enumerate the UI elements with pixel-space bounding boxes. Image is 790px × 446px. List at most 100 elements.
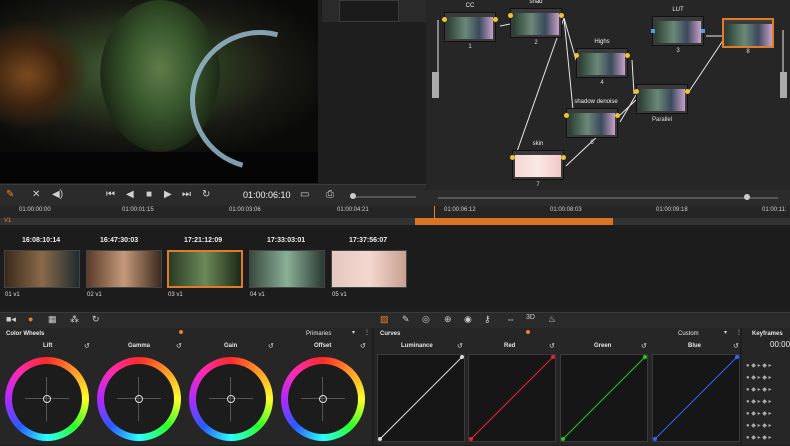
viewer-mode-icon[interactable]: ▭ (300, 189, 309, 200)
luminance-curve[interactable] (377, 354, 465, 442)
palette-toolbar (0, 312, 790, 328)
curves-tab-icon[interactable]: ▨ (380, 314, 389, 325)
zoom-slider[interactable] (350, 196, 416, 198)
keyframe-row[interactable]: ● ◆ ▸ ◆ ▸ (746, 374, 786, 382)
reset-icon[interactable]: ↺ (457, 342, 463, 350)
clip-thumbnail-02[interactable] (86, 250, 162, 288)
node-output-dot[interactable] (493, 17, 498, 22)
keyframe-row[interactable]: ● ◆ ▸ ◆ ▸ (746, 434, 786, 442)
clip-number: 01 (5, 292, 12, 298)
sizing-icon[interactable]: ⇔ (506, 314, 515, 324)
node-3[interactable]: LUT 3 (651, 7, 705, 54)
node-input-dot[interactable] (510, 155, 515, 160)
eyedropper-icon[interactable]: ✎ (402, 314, 410, 325)
reset-icon[interactable]: ↺ (176, 342, 182, 350)
volume-icon[interactable]: ◀) (52, 189, 63, 200)
reset-icon[interactable]: ↺ (360, 342, 366, 350)
clip-number: 03 (168, 292, 175, 298)
tracker-icon[interactable]: ⊕ (444, 314, 452, 325)
node-output-dot[interactable] (561, 155, 566, 160)
blue-curve[interactable] (652, 354, 740, 442)
viewer-timecode: 01:00:06:10 (243, 190, 291, 200)
tool-icon[interactable]: ✎ (6, 189, 14, 200)
chevron-down-icon[interactable]: ▾ (352, 329, 355, 336)
keyframe-row[interactable]: ● ◆ ▸ ◆ ▸ (746, 386, 786, 394)
reset-icon[interactable]: ↺ (549, 342, 555, 350)
keyframe-row[interactable]: ● ◆ ▸ ◆ ▸ (746, 398, 786, 406)
node-input-dot[interactable] (442, 17, 447, 22)
reset-icon[interactable]: ↺ (733, 342, 739, 350)
node-input-dot[interactable] (651, 29, 655, 33)
reset-icon[interactable]: ↺ (641, 342, 647, 350)
reset-icon[interactable]: ↺ (268, 342, 274, 350)
offset-wheel[interactable] (281, 357, 365, 441)
node-8[interactable]: 8 (722, 18, 774, 55)
node-input-dot[interactable] (564, 113, 569, 118)
reset-icon[interactable]: ↺ (84, 342, 90, 350)
viewer-panel[interactable] (0, 0, 318, 183)
node-output-dot[interactable] (685, 89, 690, 94)
timeline-ruler[interactable]: 01:00:00:00 01:00:01:15 01:00:03:06 01:0… (0, 206, 790, 218)
node-7[interactable]: skin 7 (510, 141, 566, 188)
loop-button[interactable]: ↻ (202, 189, 210, 200)
playhead[interactable] (434, 206, 435, 220)
stereo-icon[interactable]: ♨ (548, 314, 556, 325)
step-back-button[interactable]: ◀ (126, 189, 134, 200)
graph-zoom-thumb[interactable] (744, 194, 750, 200)
node-input-dot[interactable] (574, 53, 579, 58)
node-output-dot[interactable] (701, 29, 705, 33)
motion-icon[interactable]: ↻ (92, 314, 100, 325)
clip-thumbnail-05[interactable] (331, 250, 407, 288)
chevron-down-icon[interactable]: ▾ (724, 329, 727, 336)
graph-input-handle[interactable] (432, 72, 439, 98)
clip-thumbnail-01[interactable] (4, 250, 80, 288)
node-2[interactable]: shad 2 (508, 0, 564, 46)
key-icon[interactable]: ⚷ (484, 314, 491, 325)
node-thumbnail (447, 17, 493, 39)
shuffle-icon[interactable]: ✕ (32, 189, 40, 200)
graph-output-handle[interactable] (780, 72, 787, 98)
3d-button[interactable]: 3D (526, 314, 535, 321)
current-clip-range[interactable] (415, 218, 613, 225)
gamma-wheel[interactable] (97, 357, 181, 441)
wheels-mode-select[interactable]: Primaries (306, 331, 331, 337)
clip-track: v1 (13, 292, 20, 298)
window-icon[interactable]: ◎ (422, 314, 430, 325)
stop-button[interactable]: ■ (146, 189, 152, 200)
grab-still-icon[interactable]: ⎙ (326, 189, 334, 200)
blur-icon[interactable]: ◉ (464, 314, 472, 325)
color-wheels-tab-icon[interactable]: ● (28, 314, 33, 324)
node-number: 8 (746, 49, 750, 55)
node-output-dot[interactable] (615, 113, 620, 118)
red-curve[interactable] (468, 354, 556, 442)
nodes-icon[interactable]: ⁂ (70, 314, 79, 325)
node-6[interactable]: shadow denoise 6 (564, 99, 620, 146)
curves-mode-select[interactable]: Custom (678, 331, 699, 337)
go-to-end-button[interactable]: ⏭ (182, 189, 191, 200)
node-number: 2 (534, 40, 538, 46)
node-input-dot[interactable] (634, 89, 639, 94)
node-output-dot[interactable] (559, 13, 564, 18)
node-output-dot[interactable] (625, 53, 630, 58)
more-options-icon[interactable]: ⋮ (364, 329, 370, 336)
node-graph[interactable]: CC 1 shad 2 LUT 3 Highs 4 shadow denoise… (426, 0, 790, 190)
camera-raw-icon[interactable]: ■◂ (6, 314, 16, 325)
node-4[interactable]: Highs 4 (574, 39, 630, 86)
green-curve[interactable] (560, 354, 648, 442)
gain-wheel[interactable] (189, 357, 273, 441)
go-to-start-button[interactable]: ⏮ (106, 189, 115, 200)
keyframe-row[interactable]: ● ◆ ▸ ◆ ▸ (746, 410, 786, 418)
keyframe-row[interactable]: ● ◆ ▸ ◆ ▸ (746, 422, 786, 430)
lift-wheel[interactable] (5, 357, 89, 441)
zoom-slider-thumb[interactable] (350, 193, 356, 199)
play-button[interactable]: ▶ (164, 189, 172, 200)
node-1[interactable]: CC 1 (442, 3, 498, 50)
track-bar[interactable] (0, 218, 790, 225)
node-input-dot[interactable] (508, 13, 513, 18)
clip-thumbnail-03[interactable] (167, 250, 243, 288)
graph-zoom-slider[interactable] (438, 197, 778, 199)
node-parallel[interactable]: Parallel (634, 84, 690, 123)
grid-icon[interactable]: ▦ (48, 314, 57, 325)
keyframe-row[interactable]: ● ◆ ▸ ◆ ▸ (746, 362, 786, 370)
clip-thumbnail-04[interactable] (249, 250, 325, 288)
